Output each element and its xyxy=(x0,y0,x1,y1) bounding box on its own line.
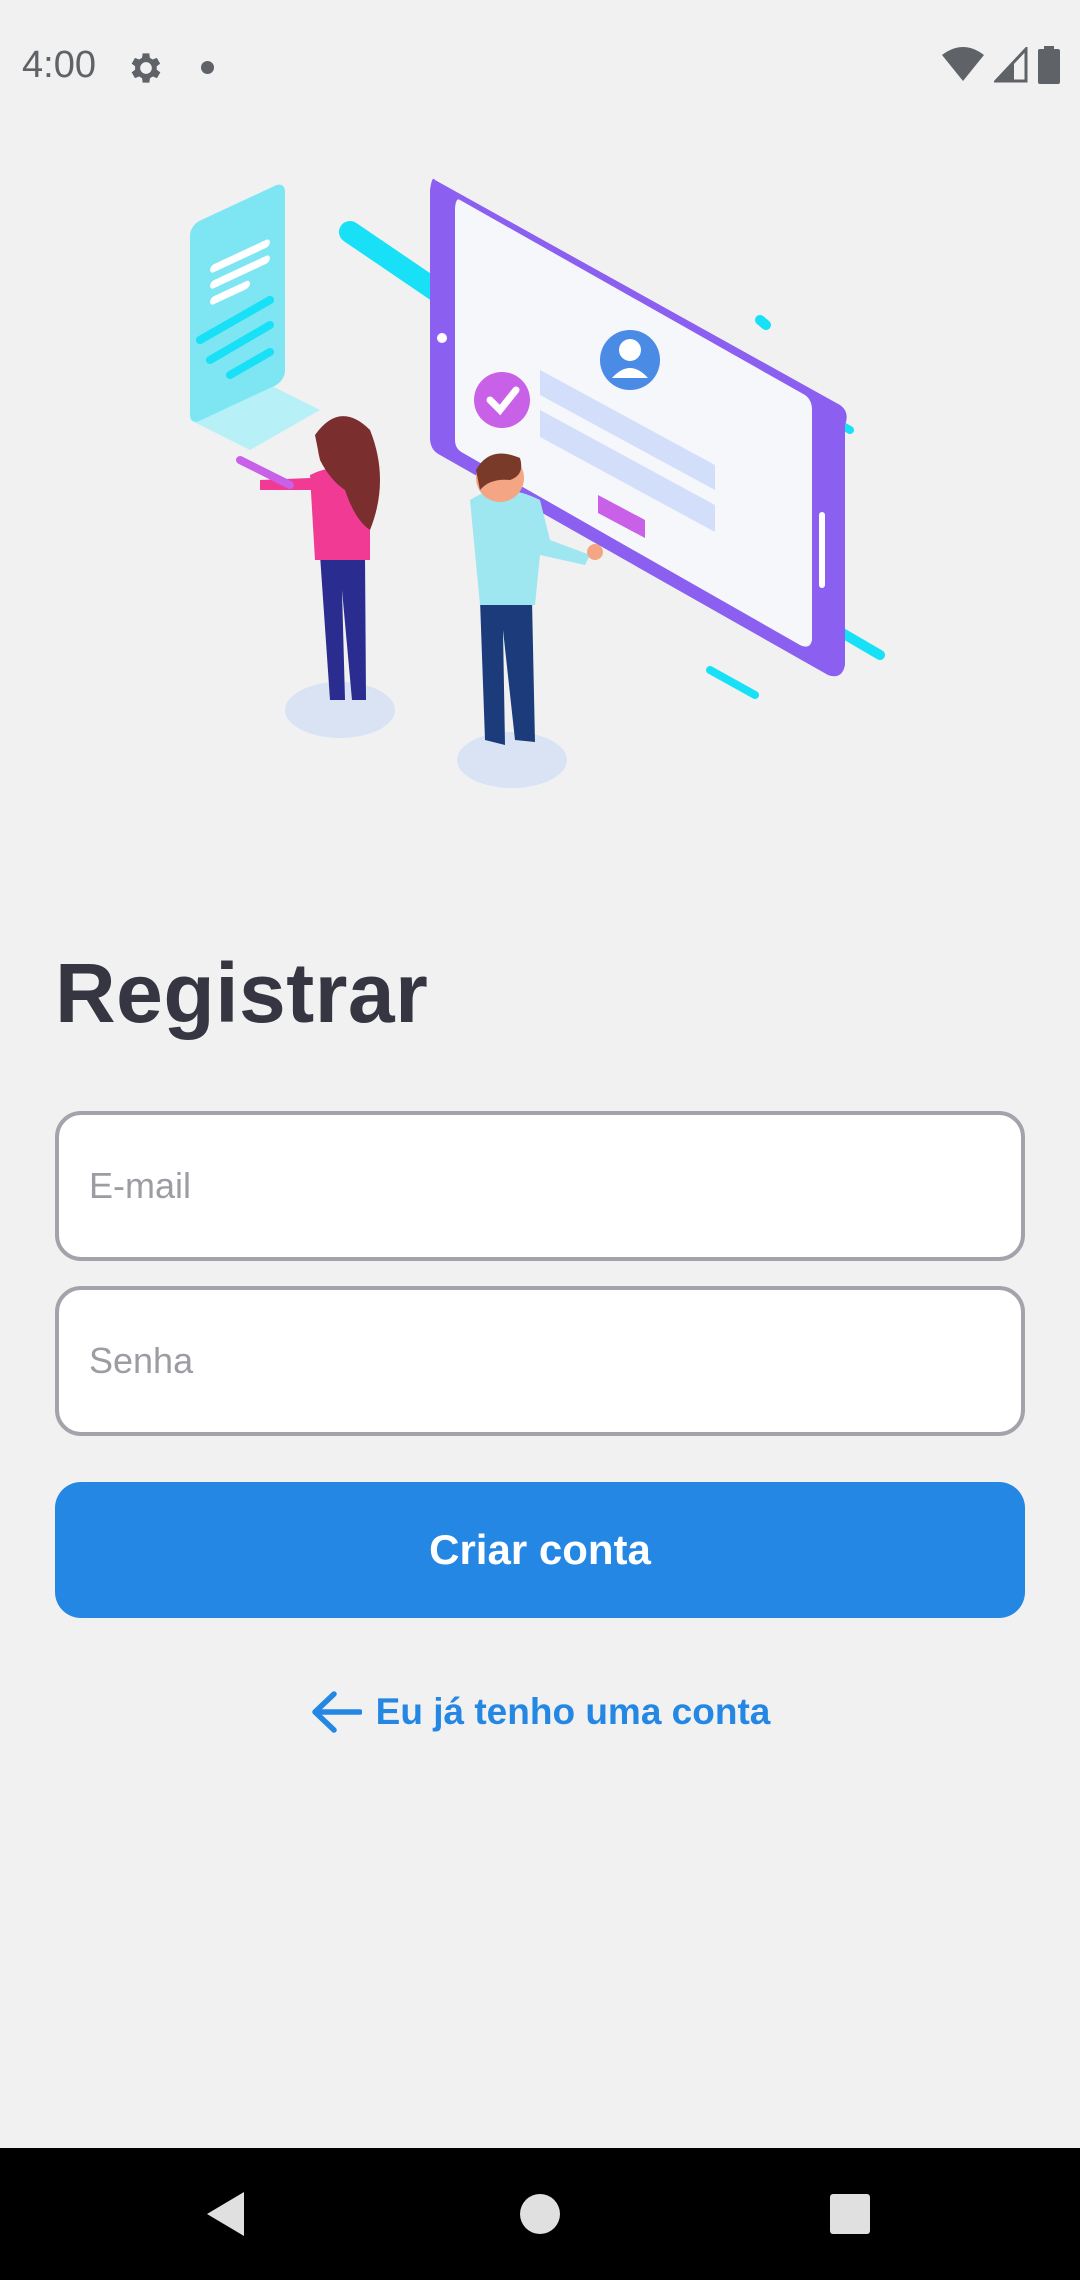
arrow-left-icon xyxy=(311,1691,362,1733)
email-field[interactable] xyxy=(55,1111,1025,1261)
status-bar: 4:00 xyxy=(0,0,1080,134)
woman-figure-graphic xyxy=(236,416,395,738)
page-title: Registrar xyxy=(55,946,429,1040)
registration-illustration xyxy=(190,178,885,788)
back-button[interactable] xyxy=(160,2148,292,2280)
gear-icon xyxy=(131,53,161,83)
wifi-icon xyxy=(942,47,984,81)
recents-button[interactable] xyxy=(784,2148,916,2280)
status-icons xyxy=(942,46,1060,84)
create-account-button[interactable]: Criar conta xyxy=(55,1482,1025,1618)
navigation-bar xyxy=(0,2148,1080,2280)
status-time: 4:00 xyxy=(22,44,96,86)
password-input[interactable] xyxy=(59,1290,1021,1432)
home-button[interactable] xyxy=(474,2148,606,2280)
login-link[interactable]: Eu já tenho uma conta xyxy=(0,1690,1080,1734)
back-icon xyxy=(207,2192,244,2236)
home-icon xyxy=(520,2194,560,2234)
email-input[interactable] xyxy=(59,1115,1021,1257)
signal-icon xyxy=(994,47,1028,83)
battery-icon xyxy=(1038,46,1060,84)
password-field[interactable] xyxy=(55,1286,1025,1436)
recents-icon xyxy=(830,2194,870,2234)
floating-panel-graphic xyxy=(190,184,320,450)
notification-dot-icon xyxy=(201,61,214,74)
login-link-label: Eu já tenho uma conta xyxy=(375,1691,771,1732)
